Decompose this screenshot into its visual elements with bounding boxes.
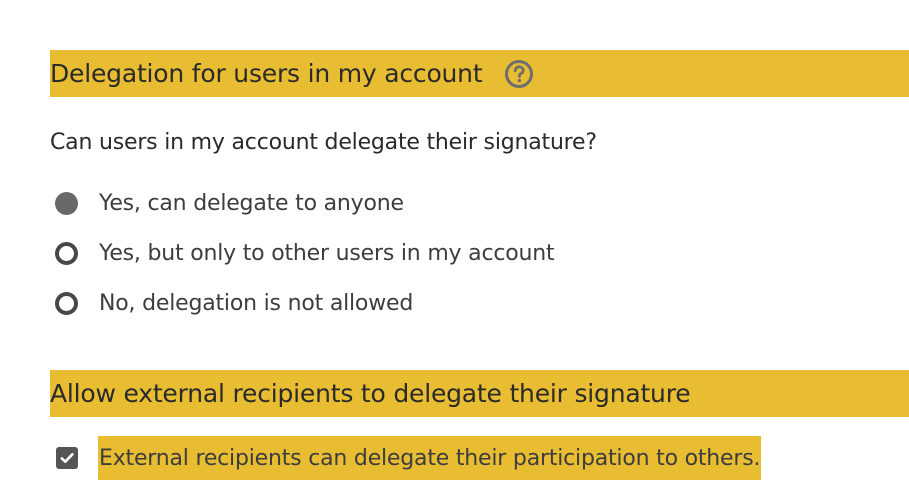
question-circle-icon[interactable] xyxy=(504,59,534,89)
checkmark-icon xyxy=(60,453,74,463)
radio-label-account-users: Yes, but only to other users in my accou… xyxy=(99,240,555,266)
external-delegation-checkbox[interactable] xyxy=(56,447,78,469)
radio-option-not-allowed[interactable]: No, delegation is not allowed xyxy=(55,278,554,328)
delegation-radio-group: Yes, can delegate to anyone Yes, but onl… xyxy=(55,178,555,328)
radio-button[interactable] xyxy=(55,241,78,265)
radio-button-selected[interactable] xyxy=(55,191,78,215)
radio-label-not-allowed: No, delegation is not allowed xyxy=(99,290,414,316)
delegation-question: Can users in my account delegate their s… xyxy=(50,130,597,155)
delegation-section-header: Delegation for users in my account xyxy=(50,50,909,97)
radio-option-account-users[interactable]: Yes, but only to other users in my accou… xyxy=(55,228,555,278)
external-delegation-checkbox-row[interactable]: External recipients can delegate their p… xyxy=(56,436,762,480)
external-recipients-section-header: Allow external recipients to delegate th… xyxy=(50,370,909,417)
external-delegation-label: External recipients can delegate their p… xyxy=(98,436,762,480)
delegation-section-title: Delegation for users in my account xyxy=(50,59,483,88)
radio-button[interactable] xyxy=(55,291,78,315)
radio-option-anyone[interactable]: Yes, can delegate to anyone xyxy=(55,178,554,228)
radio-label-anyone: Yes, can delegate to anyone xyxy=(99,190,404,216)
settings-page: Delegation for users in my account Can u… xyxy=(0,0,909,492)
external-recipients-section-title: Allow external recipients to delegate th… xyxy=(50,379,691,408)
